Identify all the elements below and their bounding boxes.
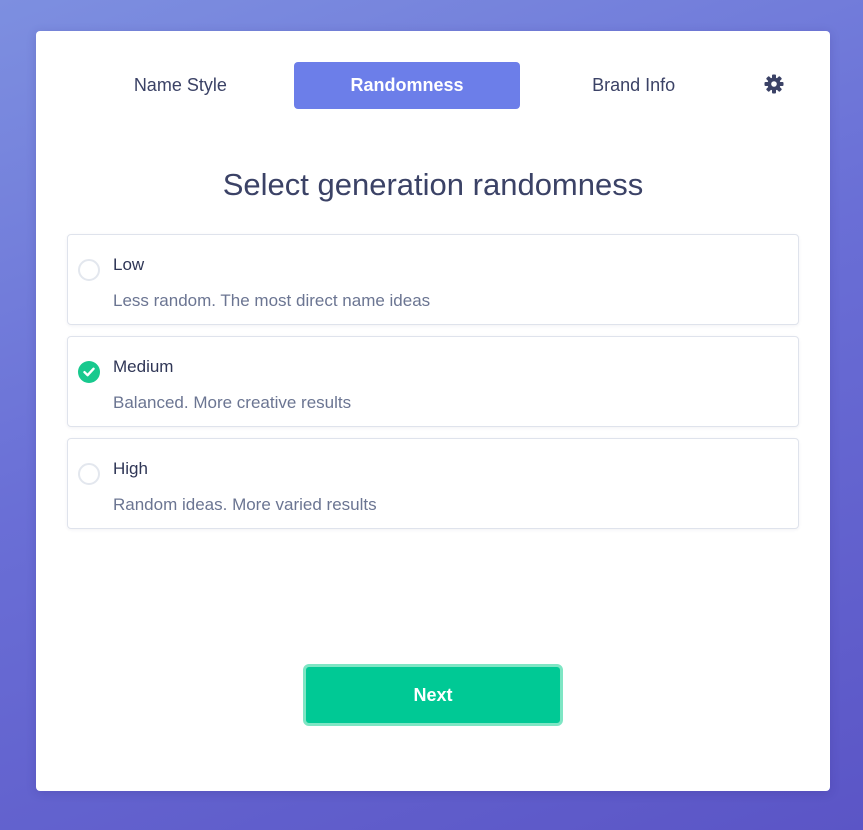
radio-unchecked-icon[interactable]	[78, 259, 100, 281]
page-title: Select generation randomness	[222, 167, 644, 202]
wizard-card: Name Style Randomness Brand Info Select …	[36, 31, 830, 791]
tab-randomness[interactable]: Randomness	[293, 62, 521, 109]
option-low[interactable]: Low Less random. The most direct name id…	[67, 234, 799, 325]
tab-brand-info[interactable]: Brand Info	[520, 62, 747, 109]
option-label: High	[113, 459, 148, 478]
next-button[interactable]: Next	[303, 664, 563, 726]
option-high[interactable]: High Random ideas. More varied results	[67, 438, 799, 529]
wizard-tabs: Name Style Randomness Brand Info	[67, 62, 747, 109]
option-medium[interactable]: Medium Balanced. More creative results	[67, 336, 799, 427]
randomness-options: Low Less random. The most direct name id…	[67, 234, 799, 540]
check-circle-icon[interactable]	[78, 361, 100, 383]
option-description: Less random. The most direct name ideas	[113, 291, 431, 310]
option-description: Random ideas. More varied results	[113, 495, 377, 514]
gear-icon[interactable]	[762, 72, 786, 96]
radio-unchecked-icon[interactable]	[78, 463, 100, 485]
option-label: Medium	[113, 357, 174, 376]
option-description: Balanced. More creative results	[113, 393, 352, 412]
option-label: Low	[113, 255, 145, 274]
tab-name-style[interactable]: Name Style	[67, 62, 294, 109]
